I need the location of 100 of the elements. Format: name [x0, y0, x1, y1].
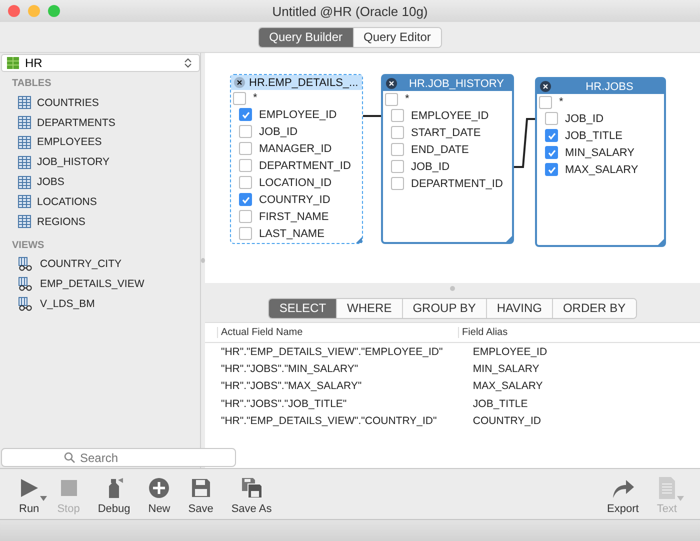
field-name: COUNTRY_ID — [259, 194, 330, 206]
save-as-button[interactable]: Save As — [222, 475, 281, 515]
table-icon — [18, 195, 31, 208]
view-icon — [18, 297, 34, 312]
search-field[interactable]: Search — [1, 448, 236, 467]
table-node[interactable]: HR.EMP_DETAILS_... * EMPLOYEE_ID JOB_ID MANAGER_ID DEPARTMENT_ID LOCATION_ID COUNTRY_ID FIRST_NAME LAST_NAME — [230, 74, 363, 244]
close-icon[interactable] — [540, 81, 551, 92]
resize-grip[interactable] — [658, 239, 664, 245]
checkbox[interactable] — [233, 92, 246, 105]
share-arrow-icon — [610, 477, 635, 499]
sidebar-item[interactable]: LOCATIONS — [0, 192, 200, 212]
caret-icon — [676, 496, 684, 501]
column-header[interactable]: Actual Field Name — [217, 327, 458, 338]
field-name: DEPARTMENT_ID — [411, 178, 503, 190]
stop-icon — [58, 478, 78, 498]
field-name: * — [559, 96, 564, 108]
window-title: Untitled @HR (Oracle 10g) — [272, 4, 428, 18]
checkbox[interactable] — [239, 176, 252, 189]
sidebar-item[interactable]: V_LDS_BM — [0, 294, 200, 314]
export-button[interactable]: Export — [598, 475, 648, 515]
checkbox[interactable] — [239, 125, 252, 138]
section-heading: TABLES — [11, 77, 52, 91]
sidebar-item[interactable]: REGIONS — [0, 212, 200, 232]
sidebar-item[interactable]: COUNTRY_CITY — [0, 254, 200, 274]
resize-grip[interactable] — [506, 236, 512, 242]
table-node[interactable]: HR.JOBS * JOB_ID JOB_TITLE MIN_SALARY MAX_SALARY — [535, 77, 666, 247]
sidebar-item[interactable]: EMP_DETAILS_VIEW — [0, 274, 200, 294]
field-name: * — [405, 93, 410, 105]
splitter-handle[interactable] — [201, 258, 205, 263]
view-icon — [18, 257, 34, 272]
checkbox[interactable] — [539, 96, 552, 109]
checkbox[interactable] — [545, 163, 558, 176]
column-header[interactable]: Field Alias — [458, 327, 700, 338]
caret-icon — [40, 496, 48, 501]
checkbox[interactable] — [391, 160, 404, 173]
field-name: EMPLOYEE_ID — [411, 110, 489, 122]
checkbox[interactable] — [239, 108, 252, 121]
play-icon — [19, 478, 40, 498]
table-title: HR.EMP_DETAILS_... — [249, 76, 360, 88]
table-icon — [18, 156, 31, 169]
field-name: JOB_ID — [259, 126, 298, 138]
table-icon — [18, 96, 31, 110]
table-icon — [18, 116, 31, 130]
close-icon[interactable] — [234, 77, 245, 88]
close-icon[interactable] — [386, 78, 397, 89]
checkbox[interactable] — [545, 112, 558, 125]
checkbox[interactable] — [239, 210, 252, 223]
table-cell-text: COUNTRY_ID — [472, 414, 542, 427]
checkbox[interactable] — [239, 227, 252, 240]
sidebar-item[interactable]: JOBS — [0, 172, 200, 192]
checkbox[interactable] — [239, 193, 252, 206]
view-icon — [18, 277, 34, 292]
field-name: START_DATE — [411, 126, 481, 138]
field-name: JOB_TITLE — [565, 130, 622, 142]
close-button[interactable] — [8, 5, 20, 17]
checkbox[interactable] — [391, 143, 404, 156]
debug-button[interactable]: Debug — [88, 475, 140, 515]
sidebar-item[interactable]: EMPLOYEES — [0, 132, 200, 152]
checkbox[interactable] — [545, 129, 558, 142]
table-cell-text: MAX_SALARY — [472, 380, 544, 392]
view-tab[interactable]: Query Editor — [352, 28, 441, 46]
database-icon — [6, 56, 20, 70]
table-icon — [18, 136, 31, 149]
clause-tab[interactable]: ORDER BY — [552, 298, 636, 318]
field-name: JOB_ID — [565, 112, 604, 124]
checkbox[interactable] — [391, 109, 404, 122]
table-cell-text: "HR"."EMP_DETAILS_VIEW"."EMPLOYEE_ID" — [220, 346, 444, 358]
splitter-handle[interactable] — [450, 286, 455, 291]
sidebar-item[interactable]: COUNTRIES — [0, 93, 200, 113]
run-button[interactable]: Run — [10, 475, 48, 515]
section-heading: VIEWS — [11, 238, 46, 253]
table-cell-text: "HR"."JOBS"."JOB_TITLE" — [220, 398, 348, 410]
sidebar-item[interactable]: DEPARTMENTS — [0, 112, 200, 133]
table-node[interactable]: HR.JOB_HISTORY * EMPLOYEE_ID START_DATE END_DATE JOB_ID DEPARTMENT_ID — [381, 74, 514, 244]
zoom-button[interactable] — [48, 5, 60, 17]
connector-line — [514, 118, 535, 168]
table-cell-text: JOB_TITLE — [472, 398, 529, 410]
minimize-button[interactable] — [28, 5, 40, 17]
table-cell-text: "HR"."JOBS"."MIN_SALARY" — [220, 362, 360, 375]
field-name: MIN_SALARY — [565, 146, 634, 158]
checkbox[interactable] — [391, 126, 404, 139]
checkbox[interactable] — [545, 146, 558, 159]
checkbox[interactable] — [391, 177, 404, 190]
checkbox[interactable] — [239, 142, 252, 155]
clause-tab[interactable]: SELECT — [269, 298, 336, 318]
view-tab[interactable]: Query Builder — [259, 28, 352, 46]
field-name: LAST_NAME — [259, 228, 324, 240]
field-name: EMPLOYEE_ID — [259, 108, 337, 120]
new-button[interactable]: New — [139, 475, 180, 515]
connector-line — [363, 115, 381, 117]
resize-grip[interactable] — [356, 237, 362, 243]
schema-selector[interactable]: HR — [1, 54, 200, 72]
checkbox[interactable] — [239, 159, 252, 172]
save-button[interactable]: Save — [179, 475, 222, 515]
table-title: HR.JOB_HISTORY — [408, 78, 505, 90]
sidebar-item[interactable]: JOB_HISTORY — [0, 152, 200, 172]
checkbox[interactable] — [385, 93, 398, 106]
field-name: MAX_SALARY — [565, 164, 638, 176]
stepper-icon — [184, 57, 192, 69]
table-icon — [18, 176, 31, 189]
